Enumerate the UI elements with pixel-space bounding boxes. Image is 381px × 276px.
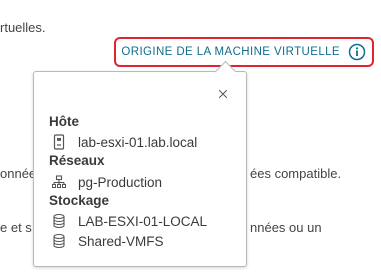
- vm-origin-label: ORIGINE DE LA MACHINE VIRTUELLE: [121, 46, 340, 58]
- vm-origin-popover: Hôte lab-esxi-01.lab.local Réseaux pg-Pr…: [33, 60, 247, 267]
- info-circle-icon[interactable]: [348, 43, 366, 61]
- background-text-line: ées compatible.: [250, 166, 342, 181]
- vm-origin-link[interactable]: ORIGINE DE LA MACHINE VIRTUELLE: [114, 37, 374, 67]
- host-server-icon: [53, 134, 65, 150]
- host-name: lab-esxi-01.lab.local: [78, 134, 198, 150]
- storage-section-title: Stockage: [49, 193, 110, 208]
- background-text-line: rtuelles.: [0, 20, 46, 35]
- network-name: pg-Production: [78, 174, 163, 190]
- close-button[interactable]: [215, 86, 231, 102]
- background-text-line: e et s: [0, 220, 32, 235]
- datastore-icon: [53, 233, 65, 249]
- datastore-link[interactable]: LAB-ESXI-01-LOCAL: [52, 212, 207, 230]
- datastore-name: Shared-VMFS: [78, 233, 164, 249]
- host-link[interactable]: lab-esxi-01.lab.local: [52, 133, 197, 151]
- network-link[interactable]: pg-Production: [52, 173, 162, 191]
- close-icon: [218, 89, 228, 99]
- datastore-icon: [53, 213, 65, 229]
- networks-section-title: Réseaux: [49, 153, 105, 168]
- background-text-line: onnée: [0, 166, 37, 181]
- network-icon: [52, 175, 66, 188]
- datastore-name: LAB-ESXI-01-LOCAL: [78, 213, 208, 229]
- background-text-line: nnées ou un: [250, 220, 322, 235]
- host-section-title: Hôte: [49, 114, 79, 129]
- datastore-link[interactable]: Shared-VMFS: [52, 232, 164, 250]
